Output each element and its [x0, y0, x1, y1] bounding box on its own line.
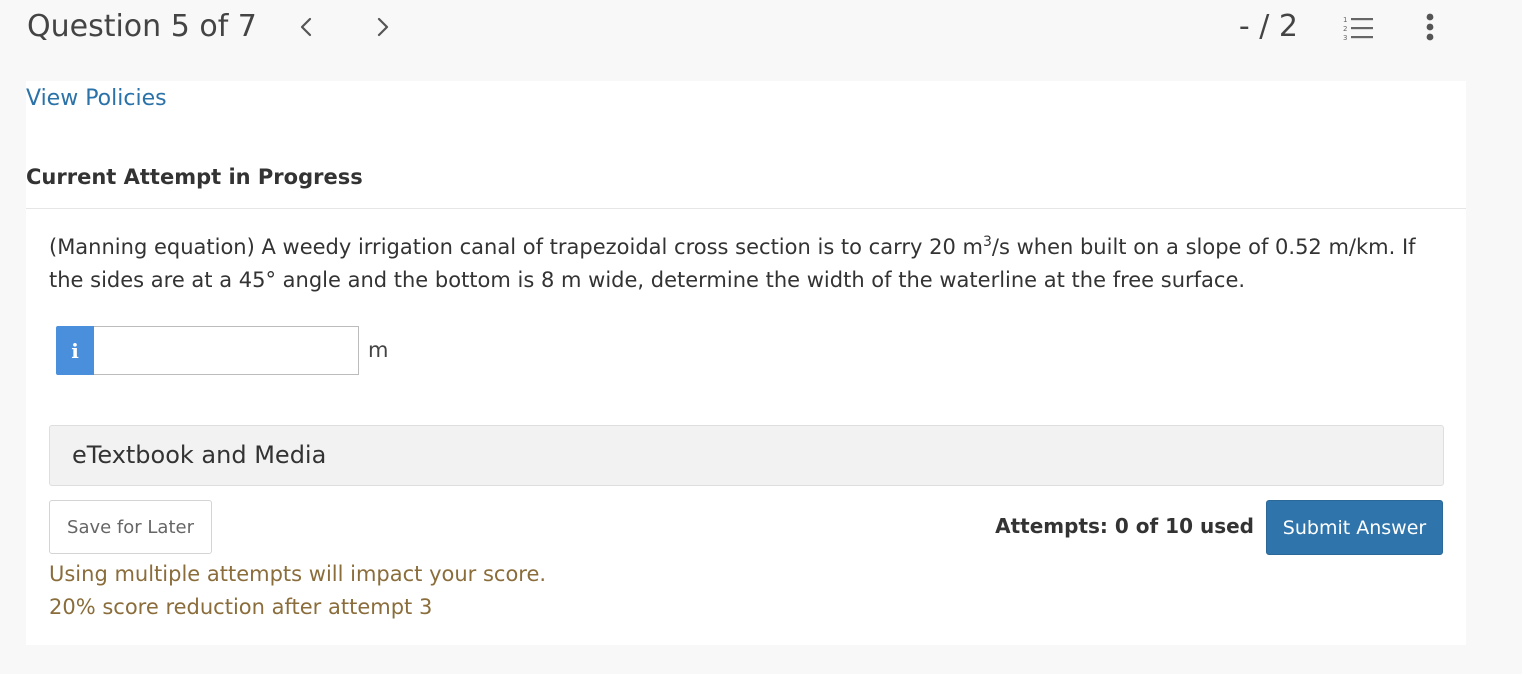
- chevron-left-icon: [300, 17, 312, 37]
- previous-question-button[interactable]: [294, 12, 318, 42]
- view-policies-link[interactable]: View Policies: [26, 85, 167, 113]
- question-card: View Policies Current Attempt in Progres…: [26, 81, 1466, 645]
- info-icon[interactable]: i: [56, 326, 94, 375]
- answer-input[interactable]: [94, 326, 359, 375]
- question-superscript: 3: [982, 234, 992, 250]
- attempts-warning: Using multiple attempts will impact your…: [49, 562, 547, 586]
- chevron-right-icon: [377, 17, 389, 37]
- attempt-heading: Current Attempt in Progress: [26, 165, 363, 189]
- svg-text:3: 3: [1343, 34, 1347, 42]
- question-header: Question 5 of 7 - / 2 1 2 3: [0, 0, 1522, 80]
- more-options-button[interactable]: [1420, 10, 1440, 44]
- etextbook-media-panel[interactable]: eTextbook and Media: [49, 425, 1444, 486]
- divider: [26, 208, 1466, 209]
- question-score: - / 2: [1238, 9, 1298, 44]
- question-text-part1: (Manning equation) A weedy irrigation ca…: [49, 235, 983, 259]
- question-list-button[interactable]: 1 2 3: [1340, 14, 1376, 42]
- svg-text:1: 1: [1343, 16, 1347, 24]
- etextbook-media-label: eTextbook and Media: [72, 441, 327, 469]
- save-for-later-button[interactable]: Save for Later: [49, 500, 212, 554]
- submit-answer-button[interactable]: Submit Answer: [1266, 500, 1443, 555]
- question-position: Question 5 of 7: [27, 9, 257, 44]
- attempts-counter: Attempts: 0 of 10 used: [995, 514, 1254, 538]
- numbered-list-icon: 1 2 3: [1343, 16, 1373, 42]
- question-text: (Manning equation) A weedy irrigation ca…: [49, 226, 1449, 297]
- next-question-button[interactable]: [371, 12, 395, 42]
- score-reduction-note: 20% score reduction after attempt 3: [49, 595, 433, 619]
- answer-unit: m: [368, 338, 389, 362]
- svg-text:2: 2: [1343, 25, 1347, 33]
- vertical-ellipsis-icon: [1426, 13, 1434, 41]
